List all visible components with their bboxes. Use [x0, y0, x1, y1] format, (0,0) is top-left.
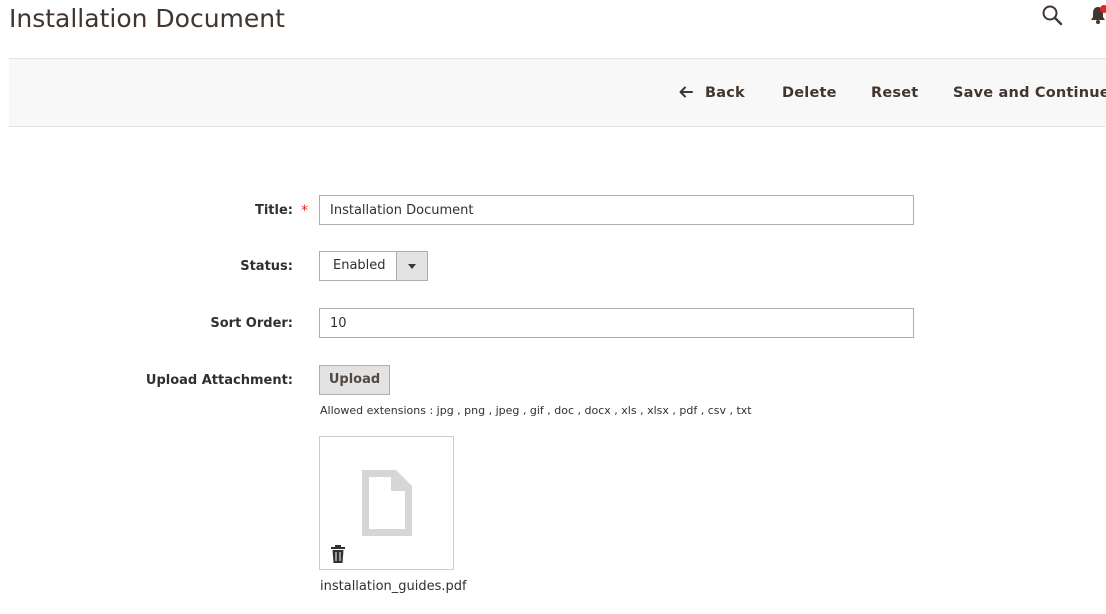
title-input[interactable]	[319, 195, 914, 225]
back-button-label: Back	[705, 85, 745, 101]
status-selected-value: Enabled	[333, 258, 386, 273]
allowed-extensions-note: Allowed extensions : jpg , png , jpeg , …	[320, 404, 752, 417]
arrow-left-icon	[679, 84, 693, 98]
sort-order-label: Sort Order:	[210, 316, 293, 331]
sort-order-input[interactable]	[319, 308, 914, 338]
delete-button[interactable]: Delete	[782, 83, 837, 103]
page-title: Installation Document	[9, 4, 285, 33]
reset-button[interactable]: Reset	[871, 83, 918, 103]
status-label: Status:	[240, 259, 293, 274]
document-icon	[362, 470, 412, 536]
status-select[interactable]: Enabled	[319, 251, 428, 281]
page-actions-bar: Back Delete Reset Save and Continue Edit	[9, 58, 1106, 127]
trash-icon[interactable]	[331, 545, 345, 563]
page: Installation Document Back Delete Reset …	[0, 0, 1106, 614]
upload-button[interactable]: Upload	[319, 365, 390, 395]
file-name[interactable]: installation_guides.pdf	[320, 578, 467, 596]
title-label: Title:	[254, 203, 293, 218]
search-icon[interactable]	[1041, 4, 1063, 26]
save-and-continue-button[interactable]: Save and Continue Edit	[953, 83, 1106, 103]
dropdown-toggle[interactable]	[396, 252, 427, 280]
back-button[interactable]: Back	[679, 83, 745, 103]
file-preview	[319, 436, 454, 570]
required-indicator: *	[301, 203, 308, 219]
upload-attachment-label: Upload Attachment:	[145, 373, 293, 388]
chevron-down-icon	[408, 264, 416, 269]
bell-icon[interactable]	[1090, 5, 1106, 25]
